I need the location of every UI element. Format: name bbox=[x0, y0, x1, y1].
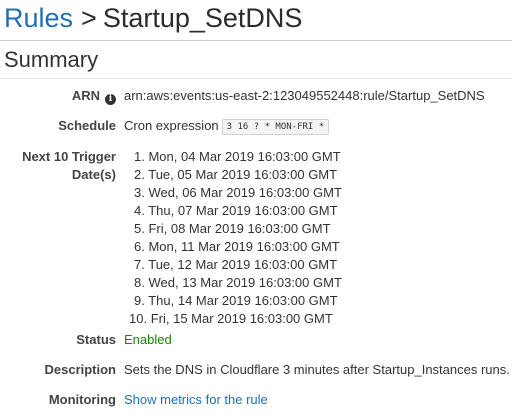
cron-expression: 3 16 ? * MON-FRI * bbox=[221, 119, 330, 135]
trigger-date-item: 9. Thu, 14 Mar 2019 16:03:00 GMT bbox=[134, 292, 342, 310]
trigger-date-item: 1. Mon, 04 Mar 2019 16:03:00 GMT bbox=[134, 148, 342, 166]
page-header: Rules > Startup_SetDNS bbox=[4, 2, 302, 34]
trigger-date-item: 10. Fri, 15 Mar 2019 16:03:00 GMT bbox=[129, 310, 342, 328]
arn-value: arn:aws:events:us-east-2:123049552448:ru… bbox=[124, 88, 485, 103]
trigger-date-item: 5. Fri, 08 Mar 2019 16:03:00 GMT bbox=[134, 220, 342, 238]
trigger-date-value: Thu, 07 Mar 2019 16:03:00 GMT bbox=[148, 203, 338, 218]
breadcrumb-separator: > bbox=[81, 3, 97, 33]
arn-label: ARN i bbox=[72, 87, 116, 105]
schedule-value: Cron expression 3 16 ? * MON-FRI * bbox=[124, 117, 330, 135]
trigger-date-number: 7. bbox=[134, 257, 145, 272]
trigger-date-item: 8. Wed, 13 Mar 2019 16:03:00 GMT bbox=[134, 274, 342, 292]
trigger-dates-list: 1. Mon, 04 Mar 2019 16:03:00 GMT 2. Tue, … bbox=[129, 148, 342, 328]
trigger-date-number: 6. bbox=[134, 239, 145, 254]
trigger-date-number: 9. bbox=[134, 293, 145, 308]
monitoring-label: Monitoring bbox=[48, 392, 116, 407]
header-divider bbox=[0, 40, 512, 41]
trigger-date-value: Mon, 11 Mar 2019 16:03:00 GMT bbox=[148, 239, 340, 254]
trigger-date-item: 4. Thu, 07 Mar 2019 16:03:00 GMT bbox=[134, 202, 342, 220]
trigger-date-number: 5. bbox=[134, 221, 145, 236]
trigger-date-item: 6. Mon, 11 Mar 2019 16:03:00 GMT bbox=[134, 238, 342, 256]
trigger-date-value: Tue, 12 Mar 2019 16:03:00 GMT bbox=[148, 257, 338, 272]
trigger-date-item: 7. Tue, 12 Mar 2019 16:03:00 GMT bbox=[134, 256, 342, 274]
trigger-date-number: 3. bbox=[134, 185, 145, 200]
description-value: Sets the DNS in Cloudflare 3 minutes aft… bbox=[124, 362, 510, 377]
trigger-date-value: Thu, 14 Mar 2019 16:03:00 GMT bbox=[148, 293, 338, 308]
trigger-date-number: 8. bbox=[134, 275, 145, 290]
trigger-date-value: Fri, 08 Mar 2019 16:03:00 GMT bbox=[148, 221, 331, 236]
page-title: Startup_SetDNS bbox=[102, 3, 303, 33]
summary-section-title: Summary bbox=[4, 47, 99, 72]
section-divider bbox=[0, 78, 512, 79]
schedule-type: Cron expression bbox=[124, 118, 219, 133]
description-label: Description bbox=[44, 362, 116, 377]
trigger-dates-label: Next 10 Trigger Date(s) bbox=[6, 148, 116, 184]
trigger-date-value: Wed, 13 Mar 2019 16:03:00 GMT bbox=[148, 275, 342, 290]
trigger-date-number: 1. bbox=[134, 149, 145, 164]
schedule-label: Schedule bbox=[58, 118, 116, 133]
breadcrumb-rules-link[interactable]: Rules bbox=[4, 3, 73, 33]
trigger-date-item: 3. Wed, 06 Mar 2019 16:03:00 GMT bbox=[134, 184, 342, 202]
trigger-date-number: 10. bbox=[129, 311, 148, 326]
trigger-dates-label-line2: Date(s) bbox=[71, 167, 116, 182]
trigger-date-value: Tue, 05 Mar 2019 16:03:00 GMT bbox=[148, 167, 338, 182]
status-label: Status bbox=[76, 332, 116, 347]
show-metrics-link[interactable]: Show metrics for the rule bbox=[124, 391, 268, 409]
info-icon[interactable]: i bbox=[105, 94, 116, 105]
trigger-date-value: Fri, 15 Mar 2019 16:03:00 GMT bbox=[150, 311, 333, 326]
trigger-date-value: Wed, 06 Mar 2019 16:03:00 GMT bbox=[148, 185, 342, 200]
trigger-date-value: Mon, 04 Mar 2019 16:03:00 GMT bbox=[148, 149, 341, 164]
trigger-date-number: 4. bbox=[134, 203, 145, 218]
arn-label-text: ARN bbox=[71, 88, 100, 103]
status-value: Enabled bbox=[124, 332, 172, 347]
trigger-date-item: 2. Tue, 05 Mar 2019 16:03:00 GMT bbox=[134, 166, 342, 184]
trigger-date-number: 2. bbox=[134, 167, 145, 182]
trigger-dates-label-line1: Next 10 Trigger bbox=[22, 149, 116, 164]
